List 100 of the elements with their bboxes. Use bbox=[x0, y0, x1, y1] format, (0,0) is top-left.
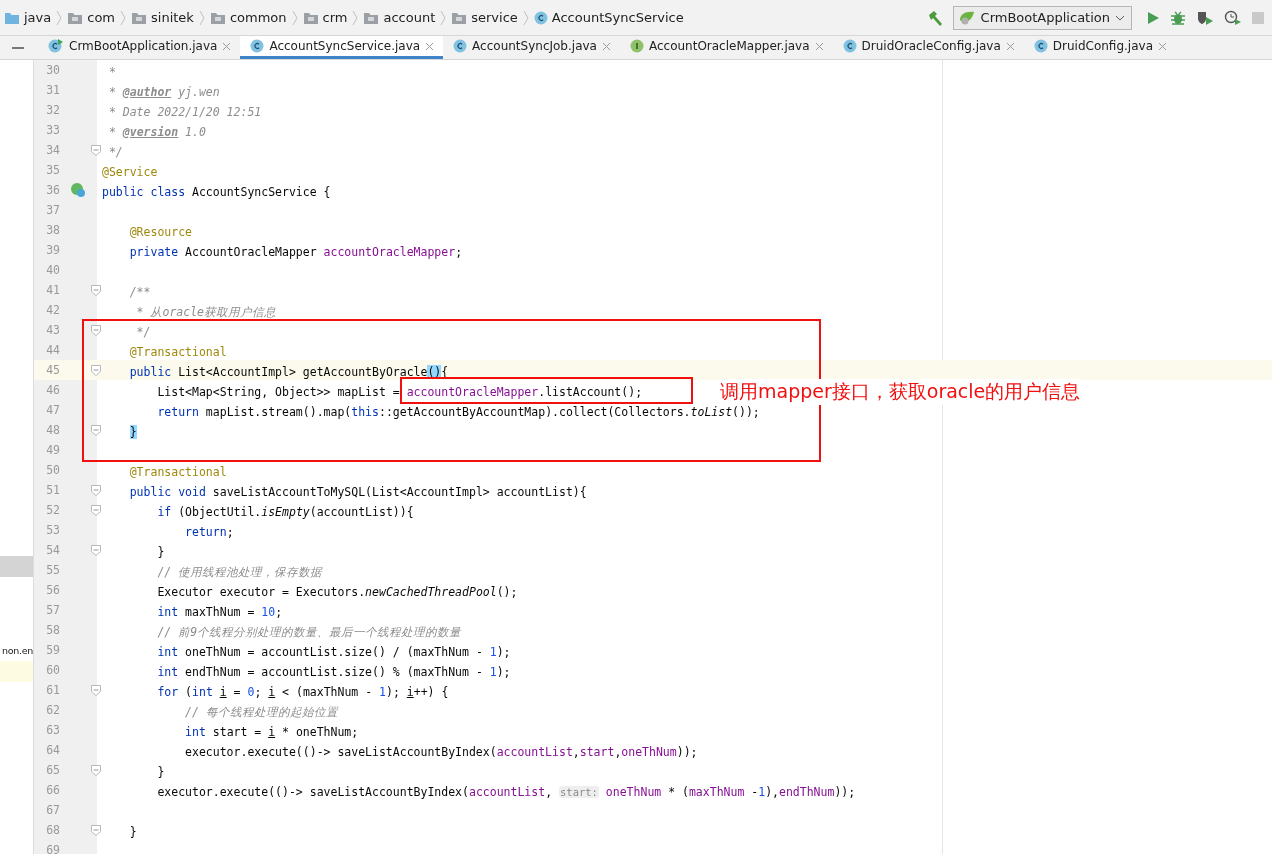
line-number: 55 bbox=[45, 563, 60, 577]
code-line: @Transactional bbox=[128, 344, 227, 359]
folder-icon bbox=[131, 10, 147, 25]
line-number: 49 bbox=[45, 443, 60, 457]
chevron-icon bbox=[352, 9, 359, 26]
code-line: public void saveListAccountToMySQL(List<AccountImpl> accountList){ bbox=[128, 484, 587, 499]
close-icon bbox=[1158, 41, 1167, 51]
file-tab[interactable]: DruidConfig.java bbox=[1023, 36, 1176, 59]
code-line: * Date 2022/1/20 12:51 bbox=[107, 104, 262, 119]
line-number: 43 bbox=[45, 323, 60, 337]
shield-run-icon bbox=[1196, 9, 1214, 26]
run-configuration-dropdown[interactable]: CrmBootApplication bbox=[952, 5, 1132, 30]
line-number: 42 bbox=[45, 303, 60, 317]
line-number: 45 bbox=[45, 363, 60, 377]
code-line: int oneThNum = accountList.size() / (maxThNum - 1); bbox=[156, 644, 511, 659]
file-tab[interactable]: AccountOracleMapper.java bbox=[619, 36, 833, 59]
line-number: 41 bbox=[45, 283, 60, 297]
class-icon bbox=[1033, 39, 1048, 53]
folder-icon bbox=[4, 10, 20, 25]
line-number: 33 bbox=[45, 123, 60, 137]
line-number: 35 bbox=[45, 163, 60, 177]
code-line: executor.execute(()-> saveListAccountByIndex(accountList,start,oneThNum)); bbox=[184, 744, 698, 759]
line-number: 67 bbox=[45, 803, 60, 817]
code-line: } bbox=[156, 544, 165, 559]
breadcrumb-item[interactable]: com bbox=[67, 10, 115, 25]
line-number: 65 bbox=[45, 763, 60, 777]
tree-row[interactable] bbox=[0, 661, 33, 682]
tree-item[interactable]: non.en bbox=[0, 640, 33, 661]
code-line: List<Map<String, Object>> mapList = accountOracleMapper.listAccount(); bbox=[156, 384, 643, 399]
run-icon bbox=[1146, 10, 1160, 25]
breadcrumb-item[interactable]: AccountSyncService bbox=[533, 10, 684, 25]
class-icon bbox=[250, 39, 265, 53]
code-line: // 每个线程处理的起始位置 bbox=[184, 704, 338, 719]
breadcrumb-item[interactable]: sinitek bbox=[131, 10, 194, 25]
code-line: @Resource bbox=[128, 224, 192, 239]
spring-boot-icon bbox=[957, 9, 976, 26]
folder-icon bbox=[209, 10, 226, 25]
line-number: 50 bbox=[45, 463, 60, 477]
class-icon bbox=[453, 39, 468, 53]
line-number: 57 bbox=[45, 603, 60, 617]
line-number: 62 bbox=[45, 703, 60, 717]
code-line: } bbox=[128, 824, 137, 839]
hammer-icon bbox=[926, 9, 943, 26]
code-line: int maxThNum = 10; bbox=[156, 604, 283, 619]
class-icon bbox=[533, 10, 548, 25]
spring-class-icon bbox=[48, 38, 64, 54]
line-number: 51 bbox=[45, 483, 60, 497]
folder-icon bbox=[67, 10, 84, 25]
chevron-icon bbox=[120, 9, 126, 26]
class-icon bbox=[842, 39, 857, 53]
close-icon bbox=[1005, 41, 1015, 51]
code-line: Executor executor = Executors.newCachedThreadPool(); bbox=[156, 584, 518, 599]
folder-icon bbox=[363, 10, 380, 25]
line-number: 66 bbox=[45, 783, 60, 797]
code-line: @Service bbox=[102, 164, 158, 179]
file-tab[interactable]: AccountSyncService.java bbox=[240, 36, 444, 59]
code-line: private AccountOracleMapper accountOracleMapper; bbox=[128, 244, 463, 259]
folder-icon bbox=[302, 10, 319, 25]
line-number: 44 bbox=[45, 343, 60, 357]
line-number: 58 bbox=[45, 623, 60, 637]
code-line: } bbox=[156, 764, 165, 779]
line-number: 59 bbox=[45, 643, 60, 657]
file-tab[interactable]: CrmBootApplication.java bbox=[38, 36, 241, 59]
code-line: public class AccountSyncService { bbox=[102, 184, 331, 199]
bug-icon bbox=[1170, 9, 1186, 26]
minimize-icon bbox=[12, 46, 24, 49]
code-line: if (ObjectUtil.isEmpty(accountList)){ bbox=[156, 504, 414, 519]
line-number: 34 bbox=[45, 143, 60, 157]
file-tab[interactable]: AccountSyncJob.java bbox=[443, 36, 620, 59]
line-number: 52 bbox=[45, 503, 60, 517]
line-number: 69 bbox=[45, 843, 60, 854]
code-line: int endThNum = accountList.size() % (maxThNum - 1); bbox=[156, 664, 511, 679]
chevron-icon bbox=[522, 9, 529, 26]
code-line: int start = i * oneThNum; bbox=[184, 724, 359, 739]
breadcrumb-item[interactable]: java bbox=[4, 10, 52, 25]
close-icon bbox=[222, 41, 232, 51]
code-line: executor.execute(()-> saveListAccountByIndex(accountList, start: oneThNum * (maxThNum -1),endThNum)); bbox=[156, 784, 856, 799]
tree-row[interactable] bbox=[0, 556, 33, 577]
close-icon bbox=[425, 41, 435, 51]
breadcrumb-item[interactable]: account bbox=[363, 10, 436, 25]
code-line: /** bbox=[128, 284, 151, 299]
code-line: * @author yj.wen bbox=[107, 84, 220, 99]
file-tab[interactable]: DruidOracleConfig.java bbox=[832, 36, 1024, 59]
caret-icon bbox=[1115, 14, 1125, 21]
folder-icon bbox=[451, 10, 468, 25]
line-number: 48 bbox=[45, 423, 60, 437]
line-number: 60 bbox=[45, 663, 60, 677]
breadcrumb-item[interactable]: crm bbox=[302, 10, 348, 25]
code-line: * 从oracle获取用户信息 bbox=[135, 304, 276, 319]
code-line: // 前9个线程分别处理的数量、最后一个线程处理的数量 bbox=[156, 624, 462, 639]
code-line: return mapList.stream().map(this::getAccountByAccountMap).collect(Collectors.toList()); bbox=[156, 404, 760, 419]
breadcrumb-item[interactable]: service bbox=[451, 10, 518, 25]
line-number: 47 bbox=[45, 403, 60, 417]
code-line: * bbox=[107, 64, 116, 79]
parameter-hint: start: bbox=[559, 785, 599, 798]
interface-icon bbox=[629, 39, 644, 53]
line-number: 40 bbox=[45, 263, 60, 277]
line-number: 38 bbox=[45, 223, 60, 237]
breadcrumb-item[interactable]: common bbox=[209, 10, 287, 25]
chevron-icon bbox=[440, 9, 447, 26]
